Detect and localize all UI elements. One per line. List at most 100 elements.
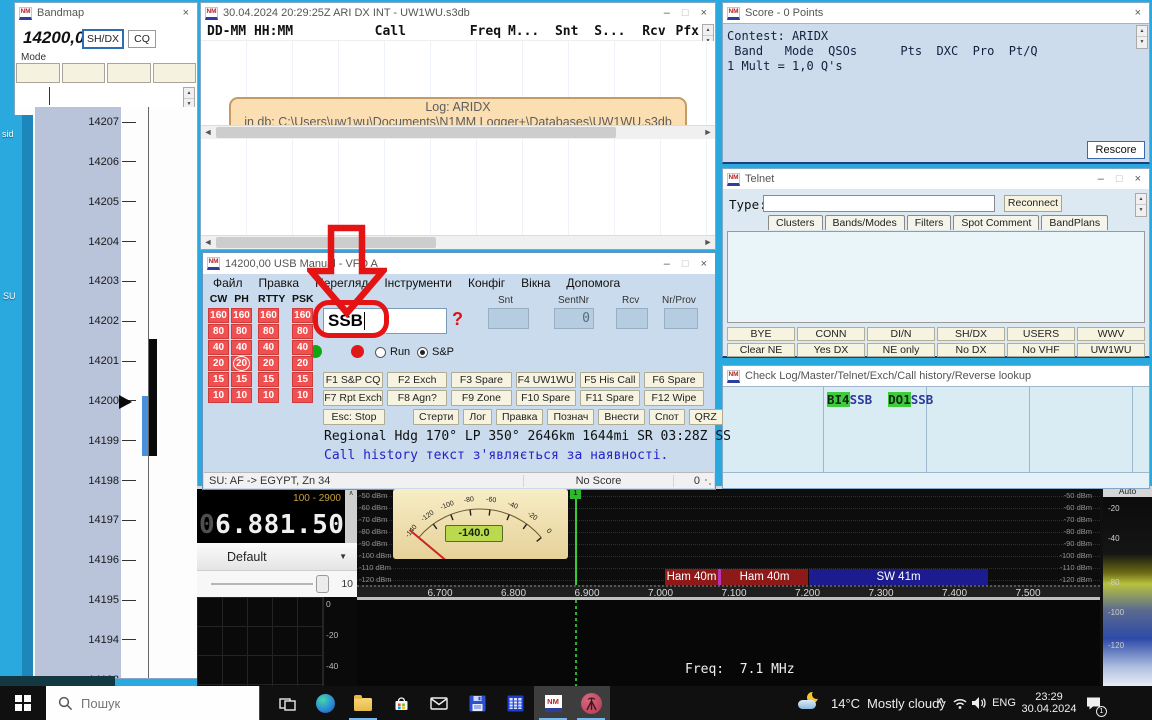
action-button[interactable]: Лог [463, 409, 492, 425]
start-button[interactable] [0, 686, 46, 720]
telnet-tab-filters[interactable]: Filters [907, 215, 952, 230]
bandmap-titlebar[interactable]: NM Bandmap × [15, 3, 197, 23]
band-button-rtty-160[interactable]: 160 [258, 308, 279, 323]
telnet-button[interactable]: DI/N [867, 327, 935, 341]
maximize-icon[interactable]: □ [682, 258, 689, 270]
fkey-button[interactable]: F5 His Call [580, 372, 640, 388]
minimize-icon[interactable]: – [1098, 173, 1104, 185]
score-spinner[interactable]: ▲▼ [1136, 25, 1148, 49]
telnet-button[interactable]: No VHF [1007, 343, 1075, 357]
shdx-button[interactable]: SH/DX [82, 29, 124, 49]
speaker-icon[interactable] [969, 696, 988, 710]
band-button-cw-160[interactable]: 160 [208, 308, 229, 323]
scrollbar-thumb[interactable] [216, 237, 436, 248]
menu-item[interactable]: Допомога [558, 276, 628, 290]
fkey-button[interactable]: F11 Spare [580, 390, 640, 406]
band-button-psk-160[interactable]: 160 [292, 308, 313, 323]
telnet-button[interactable]: Yes DX [797, 343, 865, 357]
waterfall-legend[interactable]: Auto -20-40-80-100-120 [1103, 486, 1152, 686]
scroll-right-icon[interactable]: ► [701, 236, 715, 249]
fkey-button[interactable]: F8 Agn? [387, 390, 447, 406]
mode-box[interactable] [153, 63, 197, 83]
band-button-ph-20[interactable]: 20 [231, 356, 252, 371]
check-call[interactable]: BI4SSB [827, 392, 872, 407]
menu-item[interactable]: Правка [251, 276, 308, 290]
band-button-psk-20[interactable]: 20 [292, 356, 313, 371]
n1mm-taskbar-button[interactable]: NM [534, 686, 572, 720]
fkey-button[interactable]: F1 S&P CQ [323, 372, 383, 388]
band-button-rtty-15[interactable]: 15 [258, 372, 279, 387]
telnet-button[interactable]: UW1WU [1077, 343, 1145, 357]
telnet-button[interactable]: CONN [797, 327, 865, 341]
log-titlebar[interactable]: NM 30.04.2024 20:29:25Z ARI DX INT - UW1… [201, 3, 715, 23]
action-button[interactable]: Правка [496, 409, 543, 425]
telnet-tab-spot-comment[interactable]: Spot Comment [953, 215, 1039, 230]
telnet-output-area[interactable] [727, 231, 1145, 323]
close-icon[interactable]: × [1135, 173, 1141, 185]
telnet-button[interactable]: SH/DX [937, 327, 1005, 341]
close-icon[interactable]: × [1135, 7, 1141, 19]
volume-slider-track[interactable] [211, 583, 313, 585]
rescore-button[interactable]: Rescore [1087, 141, 1145, 159]
scroll-right-icon[interactable]: ► [701, 126, 715, 139]
search-input[interactable] [81, 696, 231, 711]
minimize-icon[interactable]: – [664, 7, 670, 19]
sdr-frequency-display[interactable]: 100 - 2900 06.881.500 [197, 489, 345, 543]
mode-box[interactable] [107, 63, 151, 83]
resize-grip[interactable] [704, 478, 712, 486]
nrprov-field[interactable] [664, 308, 698, 329]
telnet-command-input[interactable] [763, 195, 995, 212]
telnet-titlebar[interactable]: NM Telnet – □ × [723, 169, 1149, 189]
action-button[interactable]: Спот [649, 409, 685, 425]
horizontal-scrollbar[interactable]: ◄ ► [201, 235, 715, 249]
language-indicator[interactable]: ENG [988, 697, 1020, 709]
action-button[interactable]: Esc: Stop [323, 409, 385, 425]
sdr-taskbar-button[interactable] [572, 686, 610, 720]
taskbar-search[interactable] [46, 686, 260, 720]
fkey-button[interactable]: F4 UW1WU [516, 372, 576, 388]
fkey-button[interactable]: F10 Spare [516, 390, 576, 406]
fkey-button[interactable]: F9 Zone [451, 390, 511, 406]
band-button-ph-15[interactable]: 15 [231, 372, 252, 387]
band-button-ph-80[interactable]: 80 [231, 324, 252, 339]
band-button-ph-40[interactable]: 40 [231, 340, 252, 355]
band-button-ph-10[interactable]: 10 [231, 388, 252, 403]
mode-box[interactable] [62, 63, 106, 83]
bandmap-scale-area[interactable]: 1420714206142051420414203142021420114200… [15, 107, 197, 678]
run-radio[interactable] [375, 347, 386, 358]
task-view-button[interactable] [268, 686, 306, 720]
band-button-rtty-80[interactable]: 80 [258, 324, 279, 339]
band-button-rtty-10[interactable]: 10 [258, 388, 279, 403]
notification-center-button[interactable]: 1 [1078, 696, 1108, 711]
action-button[interactable]: Стерти [413, 409, 459, 425]
scroll-left-icon[interactable]: ◄ [201, 126, 215, 139]
band-button-psk-80[interactable]: 80 [292, 324, 313, 339]
scrollbar-thumb[interactable] [216, 127, 616, 138]
file-explorer-button[interactable] [344, 686, 382, 720]
telnet-tab-bandplans[interactable]: BandPlans [1041, 215, 1108, 230]
close-icon[interactable]: × [701, 7, 707, 19]
telnet-tab-clusters[interactable]: Clusters [768, 215, 823, 230]
menu-item[interactable]: Перегляд [307, 276, 376, 290]
telnet-tab-bands-modes[interactable]: Bands/Modes [825, 215, 905, 230]
telnet-button[interactable]: NE only [867, 343, 935, 357]
horizontal-scrollbar[interactable]: ◄ ► [201, 125, 715, 139]
catalog-app-button[interactable] [496, 686, 534, 720]
store-button[interactable] [382, 686, 420, 720]
telnet-spinner[interactable]: ▲▼ [1135, 193, 1147, 217]
exchange-input[interactable] [386, 308, 447, 334]
mail-button[interactable] [420, 686, 458, 720]
fkey-button[interactable]: F6 Spare [644, 372, 704, 388]
maximize-icon[interactable]: □ [682, 7, 689, 19]
telnet-button[interactable]: USERS [1007, 327, 1075, 341]
band-button-cw-40[interactable]: 40 [208, 340, 229, 355]
band-button-psk-15[interactable]: 15 [292, 372, 313, 387]
snt-field[interactable] [488, 308, 529, 329]
sdr-preset-dropdown[interactable]: Default ▼ [197, 543, 357, 571]
menu-item[interactable]: Інструменти [376, 276, 460, 290]
telnet-button[interactable]: WWV [1077, 327, 1145, 341]
telnet-button[interactable]: Clear NE [727, 343, 795, 357]
log-pane[interactable] [201, 139, 715, 235]
rcv-field[interactable] [616, 308, 648, 329]
action-button[interactable]: Внести [598, 409, 645, 425]
